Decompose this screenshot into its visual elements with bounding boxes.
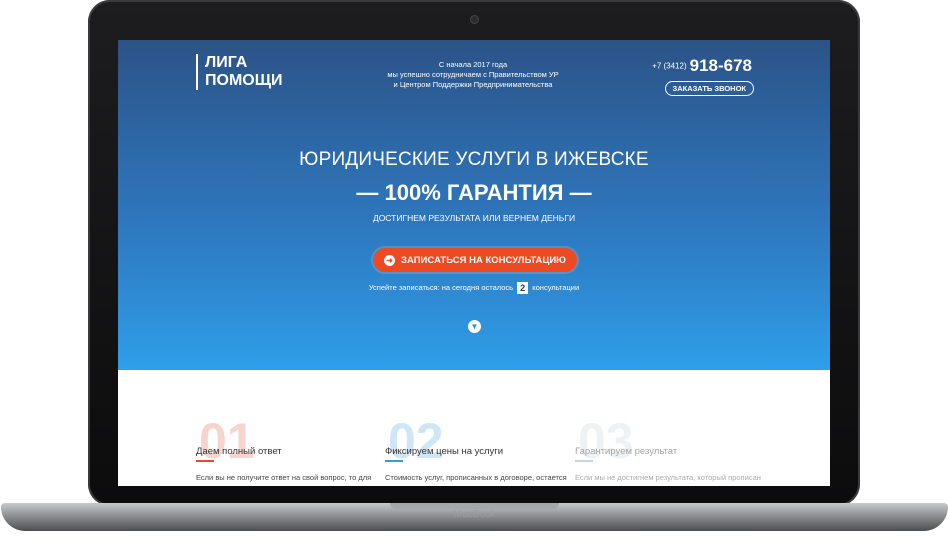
features-section: 01 Даем полный ответ Если вы не получите… (118, 370, 830, 486)
feature-number: 03 (578, 413, 634, 469)
feature-description: Стоимость услуг, прописанных в договоре,… (385, 473, 567, 482)
arrow-right-circle-icon: ➜ (384, 254, 396, 266)
camera (471, 16, 478, 23)
consultation-button-label: ЗАПИСАТЬСЯ НА КОНСУЛЬТАЦИЮ (401, 254, 566, 266)
hero-subheading: ДОСТИГНЕМ РЕЗУЛЬТАТА ИЛИ ВЕРНЕМ ДЕНЬГИ (372, 213, 576, 223)
phone-number: 918-678 (689, 56, 752, 75)
feature-number: 01 (199, 413, 255, 469)
tagline-line-2: мы успешно сотрудничаем с Правительством… (387, 70, 559, 79)
header-tagline: С начала 2017 года мы успешно сотруднича… (358, 60, 588, 90)
counter-suffix: консультации (532, 282, 580, 292)
hero-section: ЛИГА ПОМОЩИ С начала 2017 года мы успешн… (118, 40, 830, 370)
tagline-line-3: и Центром Поддержки Предпринимательства (393, 80, 553, 89)
laptop-brand-label: MacBook (453, 509, 496, 520)
order-call-button[interactable]: ЗАКАЗАТЬ ЗВОНОК (664, 81, 754, 96)
feature-description: Если вы не получите ответ на свой вопрос… (196, 473, 372, 482)
feature-number: 02 (388, 413, 444, 469)
counter-prefix: Успейте записаться: на сегодня осталось (368, 282, 514, 292)
feature-underline (575, 460, 593, 462)
tagline-line-1: С начала 2017 года (438, 60, 508, 69)
consultation-counter: Успейте записаться: на сегодня осталось … (118, 282, 830, 294)
feature-description: Если мы не достигнем результата, который… (575, 473, 761, 482)
hero-guarantee: — 100% ГАРАНТИЯ — (356, 180, 592, 205)
feature-underline (196, 460, 214, 462)
feature-title: Гарантируем результат (575, 446, 678, 457)
logo[interactable]: ЛИГА ПОМОЩИ (196, 54, 283, 90)
logo-line-1: ЛИГА (205, 54, 248, 71)
counter-value: 2 (517, 282, 529, 294)
consultation-button[interactable]: ➜ ЗАПИСАТЬСЯ НА КОНСУЛЬТАЦИЮ (373, 248, 577, 272)
laptop-screen: ЛИГА ПОМОЩИ С начала 2017 года мы успешн… (118, 40, 830, 486)
feature-title: Даем полный ответ (196, 446, 282, 457)
hero-heading: ЮРИДИЧЕСКИЕ УСЛУГИ В ИЖЕВСКЕ (299, 149, 649, 170)
feature-title: Фиксируем цены на услуги (385, 446, 504, 457)
arrow-down-circle-icon[interactable]: ▼ (468, 320, 481, 333)
feature-underline (385, 460, 403, 462)
logo-line-2: ПОМОЩИ (205, 72, 283, 89)
phone-code: +7 (3412) (652, 61, 687, 71)
header-phone[interactable]: +7 (3412) 918-678 (652, 56, 752, 76)
